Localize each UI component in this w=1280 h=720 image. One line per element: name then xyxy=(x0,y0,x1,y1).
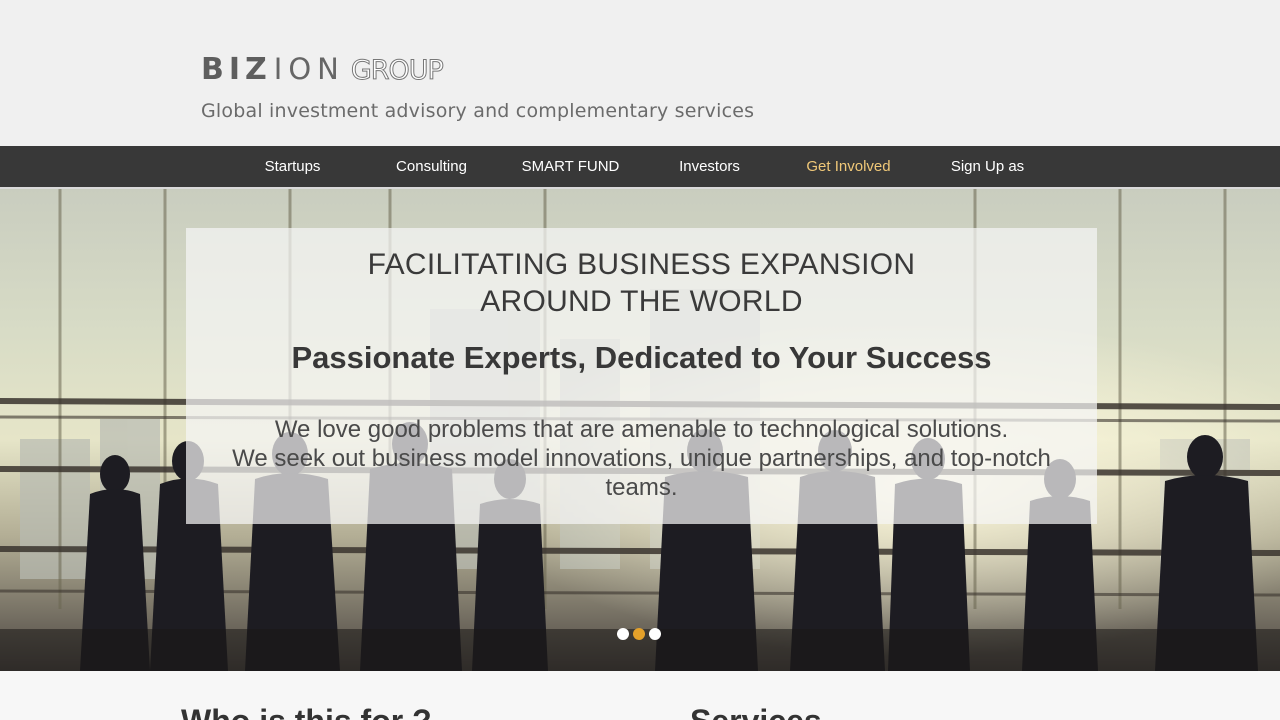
bizion-logo[interactable]: BIZ ION GROUP xyxy=(201,52,444,87)
slideshow-dots xyxy=(617,628,661,640)
hero-body-line-2: We seek out business model innovations, … xyxy=(232,445,1051,501)
logo-biz: BIZ xyxy=(201,52,272,87)
nav-consulting[interactable]: Consulting xyxy=(362,146,501,187)
slide-dot-3[interactable] xyxy=(649,628,661,640)
site-tagline: Global investment advisory and complemen… xyxy=(201,100,755,122)
nav-smart-fund[interactable]: SMART FUND xyxy=(501,146,640,187)
slide-dot-2[interactable] xyxy=(633,628,645,640)
hero-body-line-1: We love good problems that are amenable … xyxy=(274,416,1009,443)
hero-heading: FACILITATING BUSINESS EXPANSION AROUND T… xyxy=(186,246,1097,320)
nav-sign-up-as[interactable]: Sign Up as xyxy=(918,146,1057,187)
logo-ion: ION xyxy=(273,52,345,86)
nav-get-involved[interactable]: Get Involved xyxy=(779,146,918,187)
main-nav: Startups Consulting SMART FUND Investors… xyxy=(0,146,1280,187)
hero-body: We love good problems that are amenable … xyxy=(216,415,1067,502)
nav-investors[interactable]: Investors xyxy=(640,146,779,187)
nav-startups[interactable]: Startups xyxy=(223,146,362,187)
hero-subheading: Passionate Experts, Dedicated to Your Su… xyxy=(291,340,992,375)
content-section: Who is this for ? Services xyxy=(0,671,1280,720)
section-title-services: Services xyxy=(690,703,822,720)
site-header: BIZ ION GROUP Global investment advisory… xyxy=(0,0,1280,146)
slide-dot-1[interactable] xyxy=(617,628,629,640)
hero-heading-line-1: FACILITATING BUSINESS EXPANSION xyxy=(367,248,916,281)
logo-group: GROUP xyxy=(350,55,444,87)
section-title-who: Who is this for ? xyxy=(181,703,432,720)
hero-heading-line-2: AROUND THE WORLD xyxy=(480,285,803,318)
hero-slideshow: FACILITATING BUSINESS EXPANSION AROUND T… xyxy=(0,189,1280,671)
hero-text-panel: FACILITATING BUSINESS EXPANSION AROUND T… xyxy=(186,228,1097,524)
